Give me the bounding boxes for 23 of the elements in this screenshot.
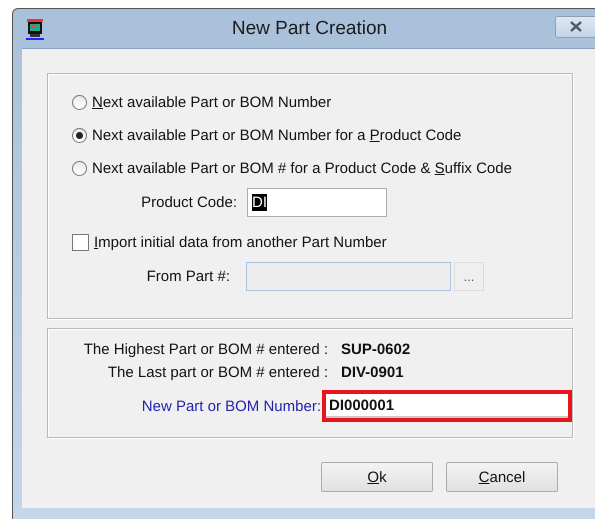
new-number-field[interactable]: DI000001 (326, 394, 568, 418)
summary-value: SUP-0602 (341, 341, 410, 358)
option-label: Next available Part or BOM # for a Product Code & Suffix Code (92, 160, 512, 177)
ok-button[interactable]: Ok (321, 462, 433, 492)
summary-value: DIV-0901 (341, 364, 404, 381)
option-label: Import initial data from another Part Number (94, 234, 387, 251)
option-label: Next available Part or BOM Number (92, 94, 332, 111)
close-icon (568, 21, 582, 32)
field-label: New Part or BOM Number: (140, 398, 321, 414)
app-icon (26, 18, 44, 40)
radio-button[interactable] (72, 95, 87, 110)
checkbox[interactable] (72, 234, 89, 251)
field-label: From Part #: (146, 268, 230, 284)
radio-button[interactable] (72, 128, 87, 143)
cancel-button[interactable]: Cancel (446, 462, 558, 492)
product-code-field[interactable]: DI (247, 188, 387, 216)
window-title: New Part Creation (230, 18, 388, 40)
close-button[interactable] (555, 16, 595, 38)
radio-button[interactable] (72, 161, 87, 176)
summary-label: The Highest Part or BOM # entered : (82, 341, 328, 358)
field-label: Product Code: (140, 194, 237, 210)
option-label: Next available Part or BOM Number for a Product Code (92, 127, 462, 144)
summary-label: The Last part or BOM # entered : (106, 364, 328, 381)
